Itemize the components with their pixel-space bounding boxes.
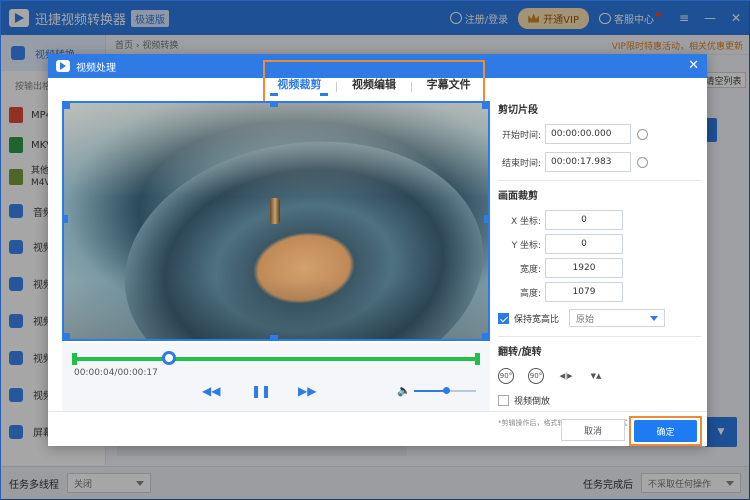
x-label: X 坐标: (510, 216, 541, 227)
crop-handle-left[interactable] (64, 215, 68, 223)
flip-horizontal-icon[interactable]: ◀|▶ (558, 368, 574, 384)
chevron-down-icon (650, 315, 659, 321)
height-input[interactable]: 1079 (545, 282, 623, 302)
dialog-footer: 取消 确定 (48, 411, 707, 446)
keep-ratio-checkbox[interactable] (498, 312, 509, 324)
start-time-input[interactable]: 00:00:00.000 (545, 124, 631, 144)
ok-button[interactable]: 确定 (634, 420, 697, 442)
pause-icon[interactable]: ❚❚ (251, 384, 271, 398)
crop-handle-top-left[interactable] (64, 103, 70, 109)
start-time-label: 开始时间: (501, 130, 541, 141)
volume-knob[interactable] (443, 387, 451, 394)
width-row: 宽度: 1920 (498, 256, 701, 280)
video-processing-dialog: 视频处理 ✕ 视频裁剪 视频编辑 字幕文件 00:00:04/00:00:17 … (48, 54, 707, 446)
crop-handle-right[interactable] (484, 215, 488, 223)
playhead-handle[interactable] (162, 351, 177, 365)
crop-handle-top[interactable] (270, 103, 278, 107)
timecode: 00:00:04/00:00:17 (74, 368, 158, 378)
ratio-select[interactable]: 原始 (569, 309, 666, 327)
reverse-label: 视频倒放 (514, 396, 551, 407)
x-input[interactable]: 0 (545, 210, 623, 230)
y-label: Y 坐标: (511, 240, 541, 251)
crop-handle-bottom[interactable] (270, 335, 278, 339)
volume-icon[interactable]: 🔈 (397, 384, 411, 397)
range-end-handle[interactable] (475, 353, 480, 365)
tab-subtitle-file[interactable]: 字幕文件 (417, 76, 481, 92)
dialog-title: 视频处理 (76, 62, 116, 74)
settings-panel: 剪切片段 开始时间: 00:00:00.000 结束时间: 00:00:17.9… (498, 101, 701, 427)
cancel-button[interactable]: 取消 (561, 419, 625, 441)
reset-time-icon[interactable] (637, 156, 648, 168)
rotate-left-icon[interactable]: 90° (498, 368, 514, 384)
tab-divider (336, 82, 338, 92)
reverse-checkbox[interactable] (498, 394, 509, 406)
end-time-row: 结束时间: 00:00:17.983 (498, 150, 701, 174)
width-label: 宽度: (519, 264, 541, 275)
volume-slider[interactable] (414, 387, 476, 394)
rotate-right-icon[interactable]: 90° (528, 368, 544, 384)
app-window: 迅捷视频转换器 极速版 注册/登录 开通VIP 客服中心 ≡ — ✕ 视频转 (0, 0, 750, 500)
flip-vertical-icon[interactable]: ▼▲ (588, 368, 604, 384)
height-label: 高度: (519, 288, 541, 299)
start-time-row: 开始时间: 00:00:00.000 (498, 122, 701, 146)
tab-indicator (270, 93, 279, 96)
keep-ratio-row: 保持宽高比 原始 (498, 306, 701, 330)
keep-ratio-label: 保持宽高比 (514, 314, 560, 325)
rewind-icon[interactable]: ◀◀ (202, 384, 220, 398)
y-row: Y 坐标: 0 (498, 232, 701, 256)
divider (498, 180, 701, 181)
width-input[interactable]: 1920 (545, 258, 623, 278)
y-input[interactable]: 0 (545, 234, 623, 254)
tab-video-crop[interactable]: 视频裁剪 (267, 76, 331, 96)
dialog-logo-icon (56, 60, 70, 72)
crop-handle-top-right[interactable] (482, 103, 488, 109)
height-row: 高度: 1079 (498, 280, 701, 304)
rotate-row: 90° 90° ◀|▶ ▼▲ (498, 364, 701, 388)
preview-shade (64, 103, 488, 339)
reverse-row: 视频倒放 (498, 388, 701, 412)
tab-video-edit[interactable]: 视频编辑 (342, 76, 406, 92)
clip-range-track[interactable] (72, 351, 480, 365)
crop-section-title: 画面裁剪 (498, 191, 538, 202)
range-start-handle[interactable] (72, 353, 77, 365)
divider (498, 336, 701, 337)
tab-label: 视频裁剪 (277, 78, 322, 91)
tab-indicator (320, 93, 329, 96)
fast-forward-icon[interactable]: ▶▶ (298, 384, 316, 398)
clip-section-title: 剪切片段 (498, 105, 538, 116)
crop-handle-bottom-left[interactable] (64, 333, 70, 339)
tab-label: 字幕文件 (426, 78, 471, 91)
ratio-value: 原始 (576, 314, 595, 325)
reset-time-icon[interactable] (637, 128, 648, 140)
video-preview[interactable] (62, 101, 490, 341)
crop-handle-bottom-right[interactable] (482, 333, 488, 339)
volume-fill (414, 390, 447, 392)
tab-divider (410, 82, 412, 92)
tab-label: 视频编辑 (351, 78, 396, 91)
player-controls: 00:00:04/00:00:17 ◀◀ ❚❚ ▶▶ 🔈 (62, 343, 490, 411)
end-time-input[interactable]: 00:00:17.983 (545, 152, 631, 172)
ok-button-highlight: 确定 (629, 416, 702, 446)
end-time-label: 结束时间: (501, 158, 541, 169)
rotate-section-title: 翻转/旋转 (498, 347, 542, 358)
x-row: X 坐标: 0 (498, 208, 701, 232)
close-icon[interactable]: ✕ (688, 58, 699, 73)
